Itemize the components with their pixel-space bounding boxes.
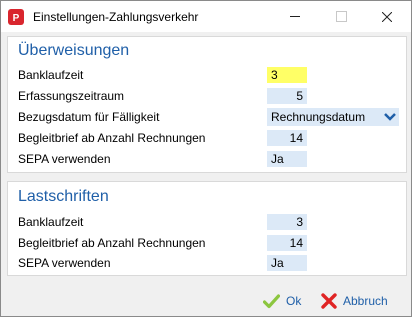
sepa-field[interactable]: Ja [267, 151, 307, 167]
ls-sepa-field[interactable]: Ja [267, 255, 307, 271]
settings-dialog: P Einstellungen-Zahlungsverkehr Überweis… [0, 0, 412, 317]
bezugsdatum-select[interactable]: Rechnungsdatum [267, 108, 399, 126]
maximize-icon [335, 11, 347, 22]
bezugsdatum-value: Rechnungsdatum [271, 110, 366, 124]
erfassungszeitraum-field[interactable]: 5 [267, 88, 307, 104]
title-bar: P Einstellungen-Zahlungsverkehr [1, 1, 411, 32]
ok-label: Ok [286, 294, 302, 308]
app-logo-icon: P [8, 9, 24, 25]
close-button[interactable] [364, 1, 410, 32]
sepa-label: SEPA verwenden [18, 152, 111, 166]
maximize-button[interactable] [318, 1, 364, 32]
ueberweisungen-group: Überweisungen Banklaufzeit 3 Erfassungsz… [7, 36, 407, 173]
banklaufzeit-label: Banklaufzeit [18, 68, 84, 82]
ls-banklaufzeit-label: Banklaufzeit [18, 215, 84, 229]
ls-sepa-label: SEPA verwenden [18, 256, 111, 270]
ueberweisungen-title: Überweisungen [18, 42, 130, 59]
check-icon [263, 293, 280, 308]
ok-button[interactable]: Ok [263, 291, 301, 311]
ls-begleitbrief-field[interactable]: 14 [267, 235, 307, 251]
svg-text:P: P [13, 13, 20, 24]
abbruch-button[interactable]: Abbruch [321, 291, 388, 311]
abbruch-label: Abbruch [343, 294, 388, 308]
begleitbrief-field[interactable]: 14 [267, 130, 307, 146]
lastschriften-group: Lastschriften Banklaufzeit 3 Begleitbrie… [7, 181, 407, 276]
cross-icon [321, 293, 337, 309]
window-title: Einstellungen-Zahlungsverkehr [33, 10, 199, 24]
ls-banklaufzeit-field[interactable]: 3 [267, 214, 307, 230]
erfassungszeitraum-label: Erfassungszeitraum [18, 89, 125, 103]
banklaufzeit-field[interactable]: 3 [267, 67, 307, 83]
ls-begleitbrief-label: Begleitbrief ab Anzahl Rechnungen [18, 236, 206, 250]
minimize-button[interactable] [272, 1, 318, 32]
close-icon [382, 11, 392, 22]
minimize-icon [290, 16, 300, 17]
begleitbrief-label: Begleitbrief ab Anzahl Rechnungen [18, 131, 206, 145]
lastschriften-title: Lastschriften [18, 188, 109, 205]
bezugsdatum-label: Bezugsdatum für Fälligkeit [18, 110, 160, 124]
chevron-down-icon [384, 113, 396, 121]
